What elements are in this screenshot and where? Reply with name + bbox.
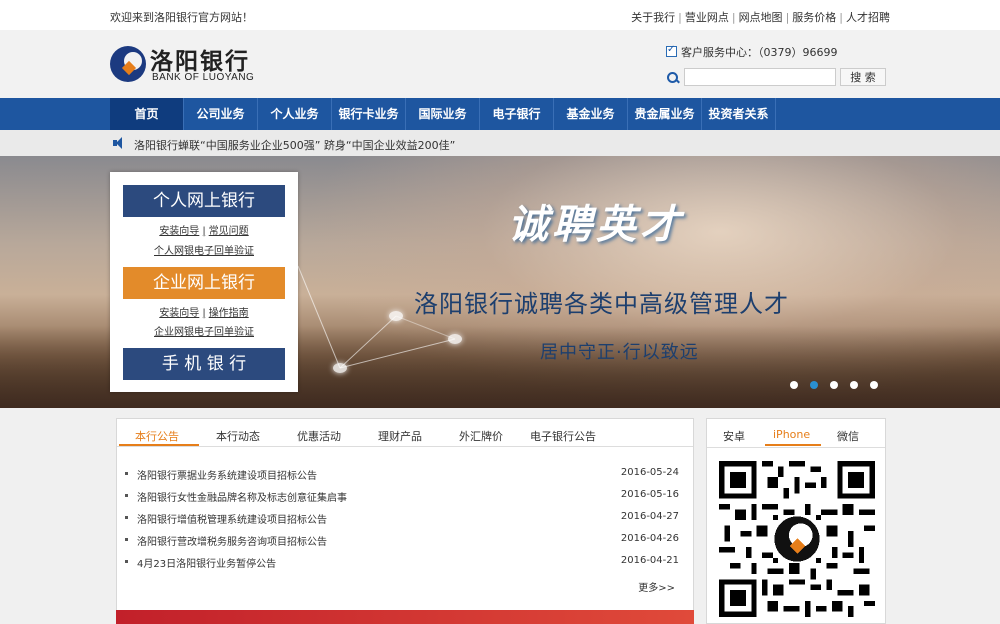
banner-sub-text: 居中守正·行以致远 (540, 342, 699, 363)
search-bar: 搜 索 (666, 68, 886, 86)
banner-node (389, 311, 403, 321)
top-link-branches[interactable]: 营业网点 (685, 11, 729, 24)
search-button[interactable]: 搜 索 (840, 68, 886, 86)
logo-english-name: BANK OF LUOYANG (152, 72, 255, 83)
check-icon (666, 44, 677, 57)
nav-item-card[interactable]: 银行卡业务 (332, 98, 406, 130)
list-item[interactable]: 洛阳银行营改增税务服务咨询项目招标公告 2016-04-26 (125, 533, 685, 555)
corporate-manual-link[interactable]: 操作指南 (209, 308, 249, 319)
top-link-about[interactable]: 关于我行 (631, 11, 675, 24)
nav-item-ebank[interactable]: 电子银行 (480, 98, 554, 130)
service-hotline-text: 客户服务中心：（0379）96699 (681, 46, 838, 59)
tab-fx-rates[interactable]: 外汇牌价 (459, 428, 503, 444)
service-hotline: 客户服务中心：（0379）96699 (666, 44, 838, 60)
carousel-dot[interactable] (870, 381, 878, 389)
banner-node (333, 363, 347, 373)
mobile-bank-button[interactable]: 手 机 银 行 (123, 348, 285, 380)
active-tab-indicator (765, 444, 821, 446)
news-date: 2016-05-16 (620, 489, 679, 500)
top-link-pricing[interactable]: 服务价格 (792, 11, 836, 24)
nav-item-corporate[interactable]: 公司业务 (184, 98, 258, 130)
notice-text[interactable]: 洛阳银行蝉联“中国服务业企业500强” 跻身“中国企业效益200佳” (134, 137, 455, 153)
corporate-install-guide-link[interactable]: 安装向导 (159, 308, 199, 319)
top-links: 关于我行 | 营业网点 | 网点地图 | 服务价格 | 人才招聘 (631, 11, 890, 24)
nav-item-personal[interactable]: 个人业务 (258, 98, 332, 130)
corporate-ebank-button[interactable]: 企业网上银行 (123, 267, 285, 299)
carousel-dot[interactable] (830, 381, 838, 389)
search-input[interactable] (684, 68, 836, 86)
search-icon (666, 71, 680, 85)
tab-news[interactable]: 本行动态 (216, 428, 260, 444)
welcome-text: 欢迎来到洛阳银行官方网站！ (110, 11, 253, 24)
news-date: 2016-04-27 (620, 511, 679, 522)
nav-item-metals[interactable]: 贵金属业务 (628, 98, 702, 130)
tab-ebank-notices[interactable]: 电子银行公告 (530, 428, 596, 444)
more-news-link[interactable]: 更多>> (638, 579, 675, 594)
tab-wechat[interactable]: 微信 (837, 428, 859, 444)
site-header: 洛阳银行 BANK OF LUOYANG 客户服务中心：（0379）96699 … (0, 30, 1000, 98)
tab-divider (707, 447, 885, 448)
list-item[interactable]: 洛阳银行票据业务系统建设项目招标公告 2016-05-24 (125, 467, 685, 489)
logo-chinese-name: 洛阳银行 (150, 48, 250, 75)
tab-promotions[interactable]: 优惠活动 (297, 428, 341, 444)
notice-bar: 洛阳银行蝉联“中国服务业企业500强” 跻身“中国企业效益200佳” (0, 130, 1000, 156)
nav-item-home[interactable]: 首页 (110, 98, 184, 130)
personal-install-guide-link[interactable]: 安装向导 (159, 226, 199, 237)
tab-wealth-products[interactable]: 理财产品 (378, 428, 422, 444)
tab-android[interactable]: 安卓 (723, 428, 745, 444)
news-date: 2016-04-21 (620, 555, 679, 566)
banner-title: 诚聘英才 (508, 201, 684, 248)
qr-code (719, 461, 875, 617)
news-title[interactable]: 洛阳银行营改增税务服务咨询项目招标公告 (137, 533, 327, 548)
app-download-panel: 安卓 iPhone 微信 (706, 418, 886, 624)
content-area: 本行公告 本行动态 优惠活动 理财产品 外汇牌价 电子银行公告 洛阳银行票据业务… (0, 408, 1000, 624)
banner-main-text: 洛阳银行诚聘各类中高级管理人才 (414, 290, 789, 318)
banner-node (448, 334, 462, 344)
personal-help-links: 安装向导 | 常见问题 (159, 226, 249, 237)
top-link-careers[interactable]: 人才招聘 (846, 11, 890, 24)
news-panel: 本行公告 本行动态 优惠活动 理财产品 外汇牌价 电子银行公告 洛阳银行票据业务… (116, 418, 694, 614)
active-tab-indicator (119, 444, 199, 446)
top-bar: 欢迎来到洛阳银行官方网站！ 关于我行 | 营业网点 | 网点地图 | 服务价格 | 人才招聘 (0, 0, 1000, 30)
list-item[interactable]: 洛阳银行女性金融品牌名称及标志创意征集启事 2016-05-16 (125, 489, 685, 511)
news-tabs: 本行公告 本行动态 优惠活动 理财产品 外汇牌价 电子银行公告 (117, 419, 693, 447)
nav-item-fund[interactable]: 基金业务 (554, 98, 628, 130)
tab-announcements[interactable]: 本行公告 (135, 428, 179, 444)
news-title[interactable]: 4月23日洛阳银行业务暂停公告 (137, 555, 276, 570)
personal-ebank-button[interactable]: 个人网上银行 (123, 185, 285, 217)
list-item[interactable]: 4月23日洛阳银行业务暂停公告 2016-04-21 (125, 555, 685, 577)
carousel-dot[interactable] (850, 381, 858, 389)
bank-logo[interactable]: 洛阳银行 BANK OF LUOYANG (110, 42, 280, 90)
news-list: 洛阳银行票据业务系统建设项目招标公告 2016-05-24 洛阳银行女性金融品牌名… (125, 467, 685, 577)
carousel-dot[interactable] (790, 381, 798, 389)
tab-iphone[interactable]: iPhone (773, 428, 810, 441)
corporate-help-links: 安装向导 | 操作指南 (159, 308, 249, 319)
news-title[interactable]: 洛阳银行女性金融品牌名称及标志创意征集启事 (137, 489, 347, 504)
news-date: 2016-04-26 (620, 533, 679, 544)
bank-logo-icon (110, 46, 146, 82)
list-item[interactable]: 洛阳银行增值税管理系统建设项目招标公告 2016-04-27 (125, 511, 685, 533)
nav-item-international[interactable]: 国际业务 (406, 98, 480, 130)
carousel-dots (790, 378, 890, 389)
news-title[interactable]: 洛阳银行增值税管理系统建设项目招标公告 (137, 511, 327, 526)
ebank-login-panel: 个人网上银行 安装向导 | 常见问题 个人网银电子回单验证 企业网上银行 安装向导 |… (110, 172, 298, 392)
carousel-dot-active[interactable] (810, 381, 818, 389)
top-link-map[interactable]: 网点地图 (739, 11, 783, 24)
speaker-icon (113, 137, 125, 149)
nav-item-investors[interactable]: 投资者关系 (702, 98, 776, 130)
main-nav: 首页 公司业务 个人业务 银行卡业务 国际业务 电子银行 基金业务 贵金属业务 … (0, 98, 1000, 130)
corporate-receipt-verify-link[interactable]: 企业网银电子回单验证 (110, 323, 298, 338)
news-title[interactable]: 洛阳银行票据业务系统建设项目招标公告 (137, 467, 317, 482)
promo-banner-strip[interactable] (116, 610, 694, 624)
personal-faq-link[interactable]: 常见问题 (209, 226, 249, 237)
personal-receipt-verify-link[interactable]: 个人网银电子回单验证 (110, 242, 298, 257)
news-date: 2016-05-24 (620, 467, 679, 478)
